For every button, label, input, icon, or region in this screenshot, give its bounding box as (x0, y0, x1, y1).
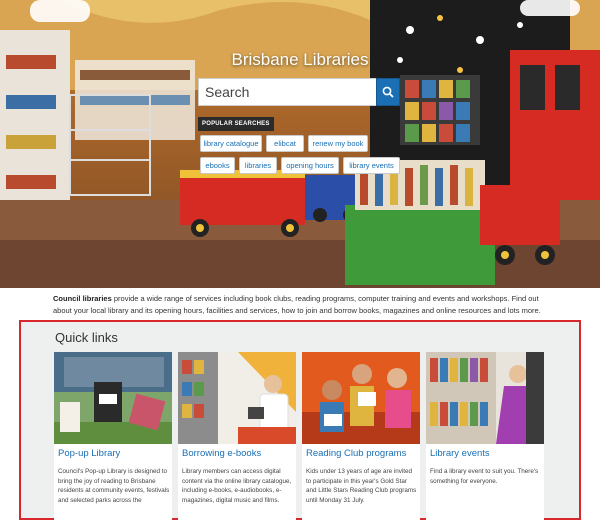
intro-text: provide a wide range of services includi… (53, 294, 541, 315)
quick-link-card-popup-library[interactable]: Pop-up Library Council's Pop-up Library … (54, 352, 172, 520)
quick-links-title: Quick links (55, 330, 118, 345)
borrowing-ebooks-image (178, 352, 296, 444)
intro-lead: Council libraries (53, 294, 112, 303)
search-bar (198, 78, 400, 106)
card-description: Find a library event to suit you. There'… (430, 468, 539, 485)
popular-search-chip[interactable]: renew my book (308, 135, 368, 152)
popular-searches-label: POPULAR SEARCHES (198, 117, 274, 131)
search-icon (382, 86, 394, 98)
search-input[interactable] (198, 78, 376, 106)
popular-search-chip[interactable]: library catalogue (200, 135, 262, 152)
card-description: Library members can access digital conte… (182, 468, 292, 504)
quick-link-card-reading-club[interactable]: Reading Club programs Kids under 13 year… (302, 352, 420, 520)
card-description: Council's Pop-up Library is designed to … (58, 468, 170, 504)
popular-search-chip[interactable]: library events (343, 157, 400, 174)
hero-banner: Brisbane Libraries POPULAR SEARCHES libr… (0, 0, 600, 288)
card-title[interactable]: Reading Club programs (306, 448, 406, 459)
popular-search-chip[interactable]: elibcat (266, 135, 304, 152)
intro-paragraph: Council libraries provide a wide range o… (53, 293, 553, 317)
popular-search-chip[interactable]: libraries (239, 157, 277, 174)
card-title[interactable]: Borrowing e-books (182, 448, 261, 459)
search-button[interactable] (376, 78, 400, 106)
quick-links-section: Quick links Pop-up Library Council's Pop… (19, 320, 581, 520)
reading-club-image (302, 352, 420, 444)
card-title[interactable]: Pop-up Library (58, 448, 120, 459)
page-title: Brisbane Libraries (231, 50, 369, 69)
quick-link-card-borrowing-ebooks[interactable]: Borrowing e-books Library members can ac… (178, 352, 296, 520)
popup-library-image (54, 352, 172, 444)
popular-search-chip[interactable]: opening hours (281, 157, 339, 174)
card-description: Kids under 13 years of age are invited t… (306, 468, 417, 504)
popular-search-chip[interactable]: ebooks (200, 157, 235, 174)
quick-link-card-library-events[interactable]: Library events Find a library event to s… (426, 352, 544, 520)
library-events-image (426, 352, 544, 444)
card-title[interactable]: Library events (430, 448, 490, 459)
